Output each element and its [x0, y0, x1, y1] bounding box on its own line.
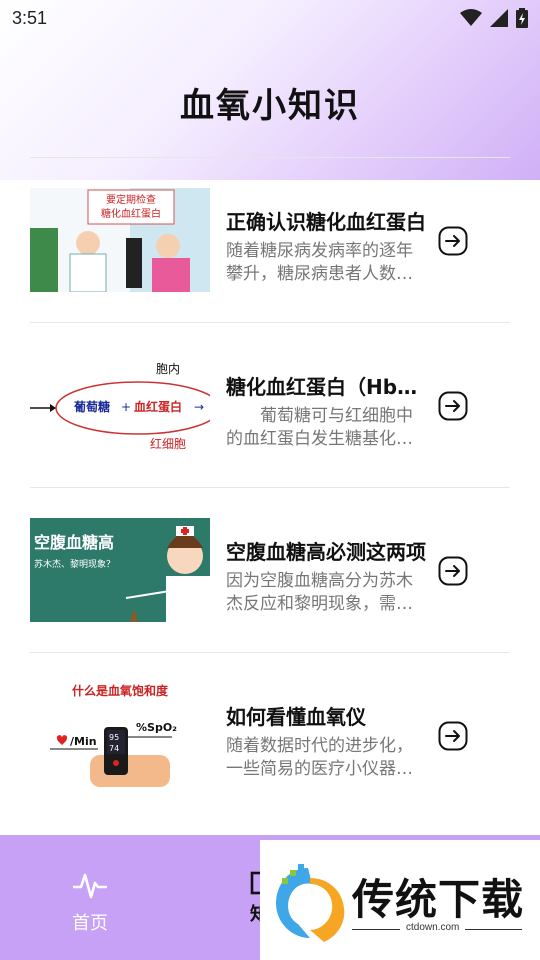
thumb-text: →	[194, 400, 204, 414]
thumb-text: 葡萄糖	[73, 399, 110, 414]
thumb-text: 血红蛋白	[134, 399, 182, 414]
brand-url: ctdown.com	[400, 922, 466, 933]
pulse-icon	[72, 873, 108, 899]
article-list: 要定期检查 糖化血红蛋白 正确认识糖化血红蛋白 随着糖尿病发病率的逐年攀升，糖尿…	[30, 158, 510, 818]
brand-logo-icon	[276, 864, 345, 942]
article-description: 因为空腹血糖高分为苏木杰反应和黎明现象，需要区分	[226, 571, 413, 614]
article-description: 随着数据时代的进步化，一些简易的医疗小仪器走进家庭	[226, 736, 413, 779]
arrow-right-circle-icon[interactable]	[438, 226, 468, 256]
thumb-text: 空腹血糖高	[34, 533, 114, 552]
article-card[interactable]: 什么是血氧饱和度 /Min %SpO₂ 95 74 如何看懂血氧仪 随着数据时代…	[30, 653, 510, 818]
watermark-overlay: 传统下载 ctdown.com	[260, 840, 540, 960]
brand-name: 传统下载	[352, 875, 525, 924]
arrow-right-circle-icon[interactable]	[438, 556, 468, 586]
status-bar: 3:51	[0, 0, 540, 36]
thumb-text: 什么是血氧饱和度	[72, 683, 169, 698]
article-thumbnail: 空腹血糖高 苏木杰、黎明现象？	[30, 518, 210, 622]
thumb-text: +	[121, 400, 131, 414]
nav-item-home[interactable]: 首页	[60, 871, 120, 935]
article-card[interactable]: 空腹血糖高 苏木杰、黎明现象？ 空腹血糖高必测这两项 因为空腹血糖高分为苏木杰反…	[30, 488, 510, 653]
battery-icon	[516, 8, 528, 28]
article-thumbnail: 什么是血氧饱和度 /Min %SpO₂ 95 74	[30, 683, 210, 787]
thumb-text: /Min	[70, 735, 97, 748]
article-card[interactable]: 胞内 葡萄糖 + 血红蛋白 → 红细胞 糖化血红蛋白（HbA1c） 葡萄糖可与红…	[30, 323, 510, 488]
status-icons	[460, 8, 528, 28]
article-card[interactable]: 要定期检查 糖化血红蛋白 正确认识糖化血红蛋白 随着糖尿病发病率的逐年攀升，糖尿…	[30, 158, 510, 323]
arrow-right-circle-icon[interactable]	[438, 391, 468, 421]
nav-home-label: 首页	[72, 913, 108, 934]
article-thumbnail: 胞内 葡萄糖 + 血红蛋白 → 红细胞	[30, 353, 210, 457]
thumb-text: 红细胞	[150, 436, 186, 451]
article-title: 正确认识糖化血红蛋白	[226, 210, 426, 234]
wifi-icon	[460, 9, 482, 26]
article-title: 空腹血糖高必测这两项	[226, 540, 426, 564]
status-time: 3:51	[12, 7, 48, 28]
article-thumbnail: 要定期检查 糖化血红蛋白	[30, 188, 210, 292]
thumb-text: %SpO₂	[136, 721, 177, 734]
article-description: 随着糖尿病发病率的逐年攀升，糖尿病患者人数越来越多	[226, 241, 413, 284]
article-title: 糖化血红蛋白（HbA1c）	[226, 375, 426, 399]
thumb-text: 要定期检查	[106, 193, 156, 206]
thumb-text: 74	[109, 744, 119, 753]
article-description: 葡萄糖可与红细胞中的血红蛋白发生糖基化反应	[226, 406, 413, 449]
thumb-text: 胞内	[156, 362, 180, 376]
thumb-text: 95	[109, 733, 119, 742]
page-title: 血氧小知识	[180, 86, 360, 126]
article-title: 如何看懂血氧仪	[226, 705, 366, 729]
signal-icon	[490, 9, 508, 27]
thumb-text: 糖化血红蛋白	[101, 207, 161, 220]
thumb-text: 苏木杰、黎明现象？	[34, 558, 115, 570]
arrow-right-circle-icon[interactable]	[438, 721, 468, 751]
